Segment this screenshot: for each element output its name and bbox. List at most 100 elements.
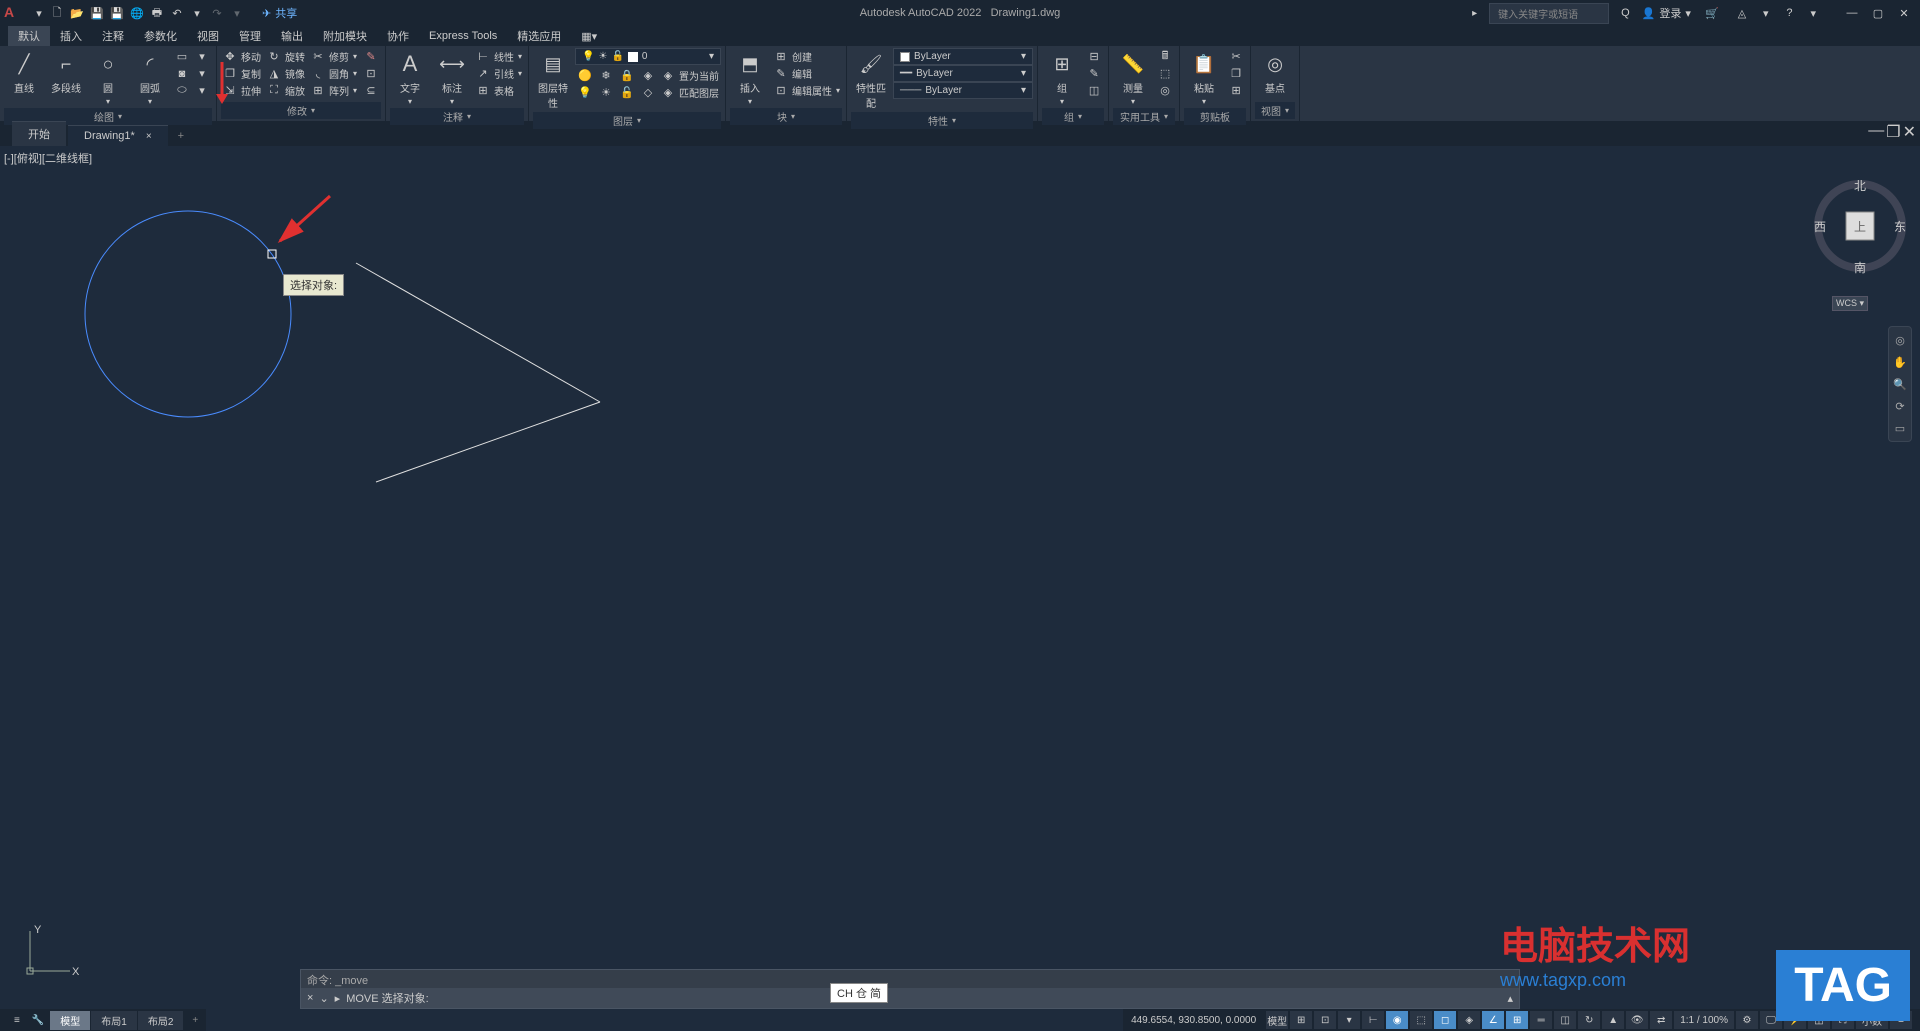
redo-arrow[interactable]: ▾: [228, 4, 246, 22]
tab-collab[interactable]: 协作: [377, 26, 419, 46]
block-edit-button[interactable]: ✎编辑: [772, 65, 842, 82]
nav-orbit-icon[interactable]: ⟳: [1891, 397, 1909, 415]
search-input[interactable]: 键入关键字或短语: [1489, 3, 1609, 24]
tab-manage[interactable]: 管理: [229, 26, 271, 46]
ucs-icon[interactable]: Y X: [20, 921, 80, 981]
dimension-button[interactable]: ⟷标注▾: [432, 48, 472, 108]
iso-icon[interactable]: ⬚: [1410, 1011, 1432, 1029]
tab-layout2[interactable]: 布局2: [138, 1011, 184, 1030]
workspace-icon[interactable]: ⚙: [1736, 1011, 1758, 1029]
cycling-icon[interactable]: ↻: [1578, 1011, 1600, 1029]
ungroup-icon[interactable]: ⊟: [1084, 48, 1104, 65]
leader-button[interactable]: ↗引线▾: [474, 65, 524, 82]
arc-button[interactable]: ◜圆弧▾: [130, 48, 170, 108]
layer-on-icon[interactable]: 💡: [575, 84, 595, 101]
annoscale-icon[interactable]: ▲: [1602, 1011, 1624, 1029]
otrack-icon[interactable]: ∠: [1482, 1011, 1504, 1029]
scale-button[interactable]: ⛶缩放: [265, 82, 307, 99]
ortho-icon[interactable]: ⊢: [1362, 1011, 1384, 1029]
rotate-button[interactable]: ↻旋转: [265, 48, 307, 65]
open-icon[interactable]: 📂: [68, 4, 86, 22]
autodesk-icon[interactable]: ◬: [1733, 4, 1751, 22]
move-button[interactable]: ✥移动: [221, 48, 263, 65]
wcs-label[interactable]: WCS ▾: [1832, 296, 1868, 311]
tab-annotate[interactable]: 注释: [92, 26, 134, 46]
block-insert-button[interactable]: ⬒插入▾: [730, 48, 770, 108]
drawing-viewport[interactable]: [-][俯视][二维线框] 选择对象: Y X 上 北 南 西: [0, 146, 1920, 989]
tab-default[interactable]: 默认: [8, 26, 50, 46]
infer-icon[interactable]: ▾: [1338, 1011, 1360, 1029]
match-layer-button[interactable]: ◈匹配图层: [659, 84, 721, 101]
command-line[interactable]: 命令: _move 选择对象: 找到 1 个 × ⌄ ▸ MOVE 选择对象: …: [300, 969, 1520, 1009]
layer-unlock-icon[interactable]: 🔓: [617, 84, 637, 101]
search-arrow[interactable]: ▸: [1472, 8, 1477, 19]
redo-icon[interactable]: ↷: [208, 4, 226, 22]
copy-clip-icon[interactable]: ❐: [1226, 65, 1246, 82]
help-icon[interactable]: ?: [1780, 4, 1798, 22]
nav-zoom-icon[interactable]: 🔍: [1891, 375, 1909, 393]
close-button[interactable]: ✕: [1892, 3, 1916, 23]
rect-icon[interactable]: ▭: [172, 48, 192, 65]
login-button[interactable]: 👤 登录 ▾: [1642, 5, 1691, 21]
scale-display[interactable]: 1:1 / 100%: [1674, 1011, 1734, 1029]
table-button[interactable]: ⊞表格: [474, 82, 524, 99]
lineweight-dropdown[interactable]: ━━ByLayer▾: [893, 65, 1033, 82]
layer-freeze-icon[interactable]: ❄: [596, 67, 616, 84]
add-tab-button[interactable]: +: [170, 126, 192, 146]
array-button[interactable]: ⊞阵列▾: [309, 82, 359, 99]
doc-restore-button[interactable]: ❐: [1886, 122, 1900, 142]
layout-menu-icon[interactable]: ≡: [8, 1015, 26, 1026]
paste-button[interactable]: 📋粘贴▾: [1184, 48, 1224, 108]
doc-close-button[interactable]: ✕: [1903, 122, 1916, 142]
offset-icon[interactable]: ⊆: [361, 82, 381, 99]
stretch-button[interactable]: ⇲拉伸: [221, 82, 263, 99]
block-attr-button[interactable]: ⊡编辑属性▾: [772, 82, 842, 99]
add-layout-button[interactable]: +: [184, 1015, 206, 1026]
search-icon[interactable]: Q: [1621, 7, 1630, 19]
undo-arrow[interactable]: ▾: [188, 4, 206, 22]
lineweight-icon[interactable]: ═: [1530, 1011, 1552, 1029]
copy-button[interactable]: ❐复制: [221, 65, 263, 82]
select-icon[interactable]: ⬚: [1155, 65, 1175, 82]
match-props-button[interactable]: 🖌特性匹配: [851, 48, 891, 112]
dyn-input-icon[interactable]: ⊞: [1506, 1011, 1528, 1029]
basepoint-button[interactable]: ◎基点: [1255, 48, 1295, 97]
close-tab-icon[interactable]: ×: [146, 131, 152, 142]
minimize-button[interactable]: —: [1840, 3, 1864, 23]
linetype-dropdown[interactable]: ───ByLayer▾: [893, 82, 1033, 99]
circle-object[interactable]: [85, 211, 291, 417]
cut-icon[interactable]: ✂: [1226, 48, 1246, 65]
layer-uniso-icon[interactable]: ◇: [638, 84, 658, 101]
linear-button[interactable]: ⊢线性▾: [474, 48, 524, 65]
tab-parametric[interactable]: 参数化: [134, 26, 187, 46]
tab-express[interactable]: Express Tools: [419, 28, 507, 44]
annoviz-icon[interactable]: 👁: [1626, 1011, 1648, 1029]
3dosnap-icon[interactable]: ◈: [1458, 1011, 1480, 1029]
save-icon[interactable]: 💾: [88, 4, 106, 22]
trim-button[interactable]: ✂修剪▾: [309, 48, 359, 65]
group-button[interactable]: ⊞组▾: [1042, 48, 1082, 108]
undo-icon[interactable]: ↶: [168, 4, 186, 22]
autoscale-icon[interactable]: ⇄: [1650, 1011, 1672, 1029]
tab-addins[interactable]: 附加模块: [313, 26, 377, 46]
line-object-2[interactable]: [376, 402, 600, 482]
group-select-icon[interactable]: ◫: [1084, 82, 1104, 99]
saveas-icon[interactable]: 💾: [108, 4, 126, 22]
tab-drawing1[interactable]: Drawing1* ×: [68, 125, 168, 146]
tab-model[interactable]: 模型: [50, 1011, 90, 1030]
tab-insert[interactable]: 插入: [50, 26, 92, 46]
grid-icon[interactable]: ⊞: [1290, 1011, 1312, 1029]
drawing-canvas[interactable]: [0, 146, 1920, 989]
nav-wheel-icon[interactable]: ◎: [1891, 331, 1909, 349]
tab-view[interactable]: 视图: [187, 26, 229, 46]
erase-icon[interactable]: ✎: [361, 48, 381, 65]
layer-iso-icon[interactable]: ◈: [638, 67, 658, 84]
status-model-button[interactable]: 模型: [1266, 1011, 1288, 1029]
cart-icon[interactable]: 🛒: [1703, 4, 1721, 22]
layer-off-icon[interactable]: 🟡: [575, 67, 595, 84]
tab-featured[interactable]: 精选应用: [507, 26, 571, 46]
line-button[interactable]: ╱直线: [4, 48, 44, 97]
plot-icon[interactable]: 🖶: [148, 4, 166, 22]
transparency-icon[interactable]: ◫: [1554, 1011, 1576, 1029]
cmd-close-icon[interactable]: ×: [307, 992, 313, 1004]
